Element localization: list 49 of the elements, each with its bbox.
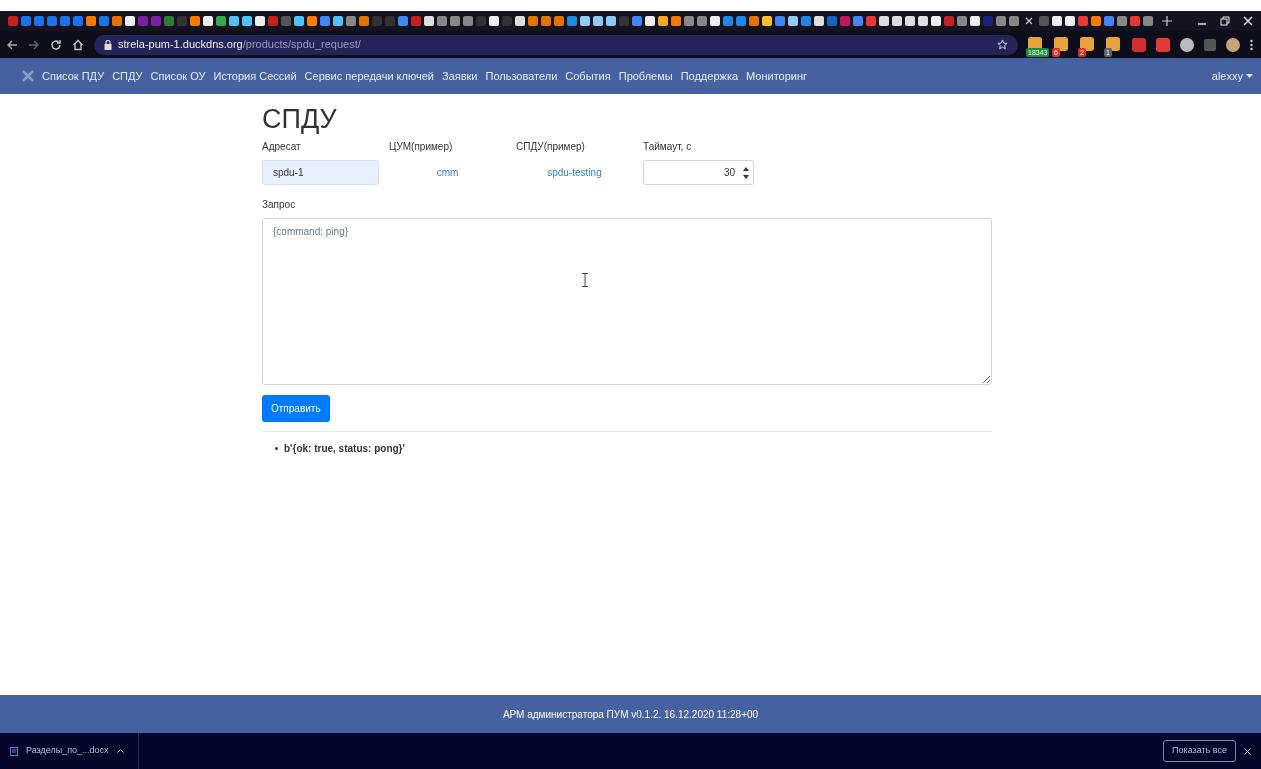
caret-up-icon[interactable]: [116, 749, 124, 753]
field-label: ЦУМ(пример): [389, 140, 454, 154]
footer-text: АРМ администратора ПУМ v0.1.2. 16.12.2020 11:28+00: [502, 707, 759, 722]
user-menu[interactable]: alexxy: [1211, 67, 1253, 85]
nav-link[interactable]: СПДУ: [112, 67, 143, 85]
nav-link[interactable]: Проблемы: [618, 67, 673, 85]
close-icon[interactable]: [1025, 17, 1033, 25]
bullet-icon: [275, 447, 278, 450]
restore-icon[interactable]: [1220, 16, 1230, 26]
field-label: Адресат: [262, 140, 302, 154]
star-icon[interactable]: [997, 39, 1008, 50]
nav-link[interactable]: События: [565, 67, 611, 85]
nav-link[interactable]: Заявки: [441, 67, 478, 85]
field-label: Таймаут, с: [643, 140, 693, 154]
nav-link[interactable]: Пользователи: [485, 67, 558, 85]
menu-icon[interactable]: [1250, 38, 1253, 51]
address-bar[interactable]: strela-pum-1.duckdns.org/products/spdu_request/: [94, 34, 1018, 55]
logo-icon[interactable]: [22, 70, 34, 82]
show-all-button[interactable]: Показать все: [1163, 740, 1236, 762]
spinner-icon[interactable]: [743, 165, 749, 180]
example-link[interactable]: cmm: [436, 165, 459, 180]
caret-down-icon: [1246, 74, 1253, 78]
timeout-field[interactable]: 30: [643, 160, 754, 185]
reload-icon[interactable]: [50, 38, 62, 51]
home-icon[interactable]: [72, 38, 84, 51]
new-tab-icon[interactable]: [1162, 16, 1172, 26]
download-item[interactable]: Разделы_по_...docx: [10, 733, 139, 769]
field-label: Запрос: [262, 198, 297, 212]
nav-link[interactable]: История Сессий: [213, 67, 297, 85]
field-label: СПДУ(пример): [516, 140, 586, 154]
document-icon: [10, 746, 18, 756]
result-item: b'{ok: true, status: pong}': [284, 442, 405, 456]
nav-link[interactable]: Сервис передачи ключей: [304, 67, 434, 85]
page-title: СПДУ: [262, 103, 338, 135]
back-icon[interactable]: [6, 38, 18, 51]
submit-button[interactable]: Отправить: [262, 395, 330, 422]
close-icon[interactable]: [1244, 747, 1251, 755]
url-text: strela-pum-1.duckdns.org/products/spdu_request/: [118, 37, 361, 53]
nav-link[interactable]: Список ПДУ: [42, 67, 105, 85]
recipient-field[interactable]: spdu-1: [262, 160, 379, 185]
text-cursor-icon: [582, 273, 588, 287]
nav-link[interactable]: Список ОУ: [150, 67, 206, 85]
lock-icon: [104, 39, 112, 50]
forward-icon[interactable]: [28, 38, 40, 51]
nav-link[interactable]: Поддержка: [680, 67, 739, 85]
example-link[interactable]: spdu-testing: [547, 165, 602, 180]
nav-link[interactable]: Мониторинг: [746, 67, 808, 85]
request-field[interactable]: {command: ping}: [262, 218, 992, 385]
avatar-icon[interactable]: [1226, 37, 1240, 52]
